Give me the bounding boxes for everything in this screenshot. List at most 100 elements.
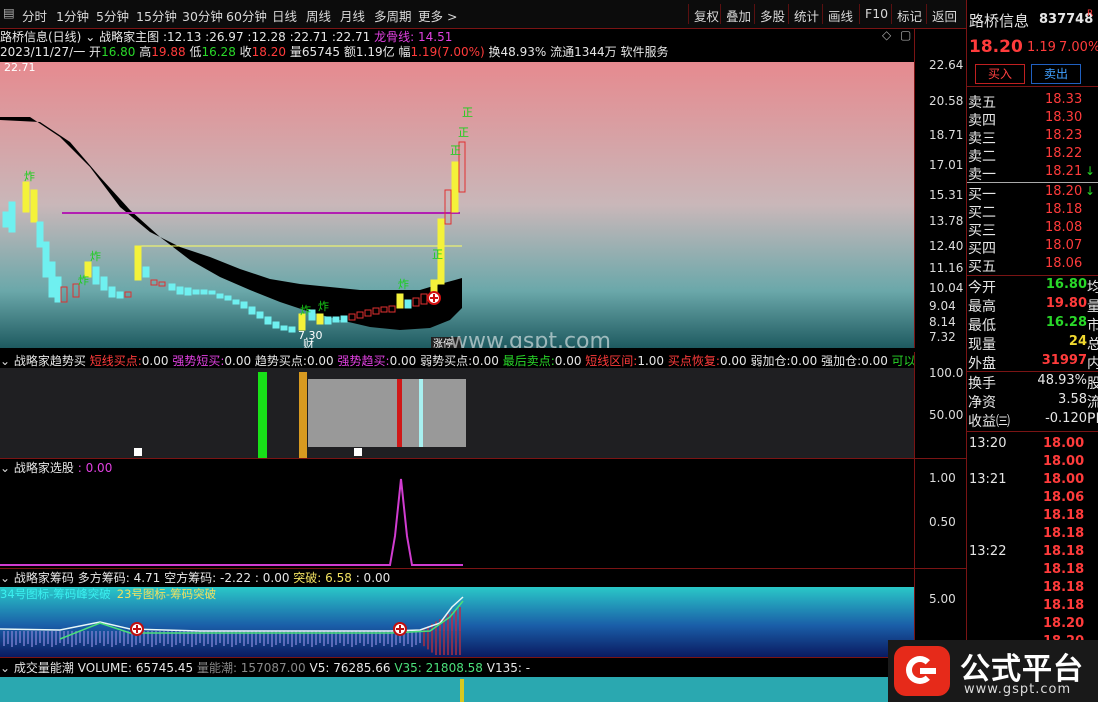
candle — [451, 161, 459, 213]
stat-label: 现量 — [968, 337, 996, 353]
tool-btn-5[interactable]: F10 — [865, 6, 888, 21]
ask-label: 卖二 — [968, 149, 996, 165]
stat-suffix: 总 — [1087, 337, 1098, 353]
tool-btn-1[interactable]: 叠加 — [726, 6, 751, 25]
zheng-marker: 正 — [450, 144, 461, 157]
period-tab-9[interactable]: 多周期 — [374, 6, 412, 25]
ind2-chart[interactable] — [0, 476, 914, 568]
ind4-dropdown-icon[interactable]: ⌄ — [0, 661, 10, 675]
ind3-dropdown-icon[interactable]: ⌄ — [0, 571, 10, 585]
candle — [36, 221, 44, 248]
bid-price: 18.07 — [1045, 238, 1083, 253]
period-tab-8[interactable]: 月线 — [340, 6, 365, 25]
candle — [216, 293, 224, 299]
ask-label: 卖四 — [968, 113, 996, 129]
bid-price: 18.20 — [1045, 184, 1083, 199]
candle — [8, 201, 16, 233]
bid-label: 买二 — [968, 205, 996, 221]
ask-label: 卖五 — [968, 95, 996, 111]
diamond-icon[interactable]: ◇ — [882, 28, 891, 42]
ind4-chart[interactable] — [0, 677, 914, 702]
period-tab-6[interactable]: 日线 — [272, 6, 297, 25]
ind3-name[interactable]: 战略家筹码 — [14, 571, 74, 585]
period-tab-3[interactable]: 15分钟 — [136, 6, 177, 25]
period-tab-4[interactable]: 30分钟 — [182, 6, 223, 25]
stat-row: 外盘 31997 内 — [967, 353, 1098, 372]
tool-btn-2[interactable]: 多股 — [760, 6, 785, 25]
candle — [100, 276, 108, 291]
ind1-chart[interactable] — [0, 368, 914, 458]
period-tab-2[interactable]: 5分钟 — [96, 6, 129, 25]
main-axis-label: 17.01 — [929, 158, 964, 172]
bid-price: 18.18 — [1045, 202, 1083, 217]
stat2-suffix: 股 — [1087, 376, 1098, 392]
amount-label: 额 — [343, 45, 356, 59]
ind3-t3: : 0.00 — [254, 571, 290, 585]
ask-row: 卖一 18.21 — [967, 164, 1098, 183]
stat2-row: 换手 48.93% 股 — [967, 373, 1098, 392]
period-toolbar: 分时 1分钟 5分钟 15分钟 30分钟 60分钟 日线 周线 月线 多周期 更多 > ▤ 复权 叠加 多股… — [0, 0, 1098, 29]
sell-button[interactable]: 卖出 — [1031, 64, 1081, 84]
tool-btn-7[interactable]: 返回 — [932, 6, 957, 25]
period-tab-10[interactable]: 更多 > — [418, 6, 457, 25]
candle — [316, 313, 324, 325]
ind1-dropdown-icon[interactable]: ⌄ — [0, 354, 10, 368]
stat-row: 今开 16.80 均 — [967, 277, 1098, 296]
orange-bar — [299, 372, 307, 458]
ind1-item-value: 0.00 — [389, 354, 417, 368]
param-4: 22.71 — [293, 30, 329, 44]
ind1-item-label: 强势短买: — [172, 354, 225, 368]
candle — [264, 316, 272, 325]
main-kline-chart[interactable]: 22.71 7.30 财 涨停 炸炸炸炸 炸炸正正正正 www.gspt.com — [0, 62, 914, 348]
main-axis-label: 8.14 — [929, 315, 956, 329]
ind3-t4: 突破: 6.58 — [293, 571, 352, 585]
stat-value: 16.80 — [1045, 277, 1087, 292]
period-tab-0[interactable]: 分时 — [22, 6, 47, 25]
bid-price: 18.08 — [1045, 220, 1083, 235]
ind1-axis-50: 50.00 — [929, 408, 964, 422]
price-change-pct: 7.00% — [1059, 40, 1098, 55]
ind3-chart[interactable]: 34号图标-筹码峰突破 23号图标-筹码突破 — [0, 587, 914, 657]
ind1-item-label: 弱加仓: — [750, 354, 791, 368]
menu-icon[interactable]: ▤ — [3, 5, 15, 20]
price-change: 1.19 — [1027, 40, 1056, 55]
close-icon[interactable]: ▢ — [900, 28, 911, 42]
chart-symbol: 路桥信息(日线) — [0, 30, 82, 44]
ind4-name[interactable]: 成交量能潮 — [14, 661, 74, 675]
tool-btn-3[interactable]: 统计 — [794, 6, 819, 25]
candle — [30, 189, 38, 223]
dragon-line-label: 龙骨线: — [374, 30, 415, 44]
dragon-line-value: 14.51 — [417, 30, 453, 44]
ind2-title: ⌄ 战略家选股 : 0.00 — [0, 461, 113, 475]
ind3-title: ⌄ 战略家筹码 多方筹码: 4.71 空方筹码: -2.22 : 0.00 突破… — [0, 569, 390, 586]
tool-btn-0[interactable]: 复权 — [694, 6, 719, 25]
main-price-axis: 22.64 20.58 18.71 17.01 15.31 13.78 12.40 11.16… — [914, 28, 967, 348]
period-tab-7[interactable]: 周线 — [306, 6, 331, 25]
bid-label: 买五 — [968, 259, 996, 275]
white-dot-2 — [354, 448, 362, 456]
candle — [168, 283, 176, 291]
buy-button[interactable]: 买入 — [975, 64, 1025, 84]
low-label: 低 — [189, 45, 202, 59]
dropdown-icon[interactable]: ⌄ — [85, 30, 95, 44]
tick-price: 18.18 — [1043, 580, 1085, 595]
ind2-dropdown-icon[interactable]: ⌄ — [0, 461, 10, 475]
ind1-item-label: 强加仓: — [821, 354, 862, 368]
stat-row: 现量 24 总 — [967, 334, 1098, 353]
ask-price: 18.23 — [1045, 128, 1083, 143]
cai-label: 财 — [303, 337, 314, 348]
ind1-item-value: 1.00 — [637, 354, 665, 368]
ind1-name[interactable]: 战略家趋势买 — [14, 354, 86, 368]
tool-btn-4[interactable]: 画线 — [828, 6, 853, 25]
tool-btn-6[interactable]: 标记 — [897, 6, 922, 25]
ind3-axis-5: 5.00 — [929, 592, 956, 606]
period-tab-1[interactable]: 1分钟 — [56, 6, 89, 25]
stat2-label: 换手 — [968, 376, 996, 392]
indicator-name[interactable]: 战略家主图 — [99, 30, 159, 44]
range-box — [308, 379, 466, 447]
ask-price: 18.30 — [1045, 110, 1083, 125]
period-tab-5[interactable]: 60分钟 — [226, 6, 267, 25]
ind2-name[interactable]: 战略家选股 — [14, 461, 74, 475]
tick-time: 13:22 — [969, 544, 1007, 559]
right-panel: 买入 卖出 卖五 18.33 卖四 18.30 卖三 18.23 卖二 18.22 卖一 18.21 ↓… — [966, 62, 1098, 702]
